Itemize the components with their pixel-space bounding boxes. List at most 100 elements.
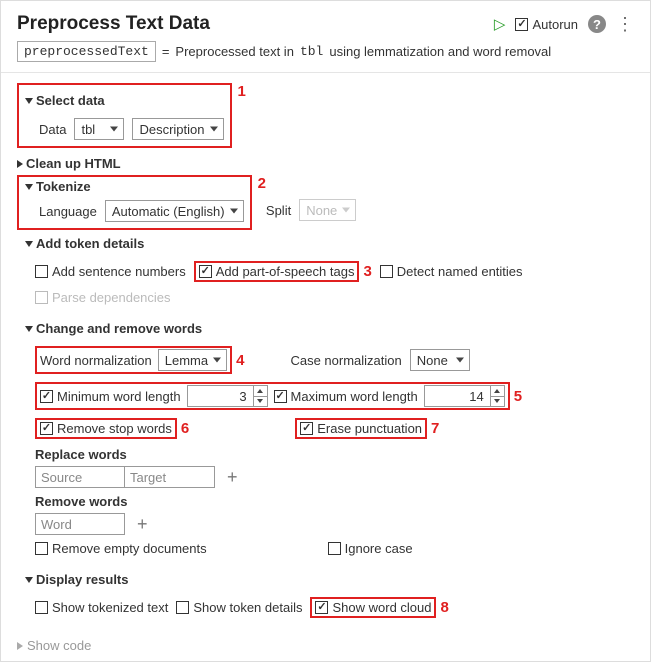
chevron-down-icon xyxy=(25,184,33,190)
callout-7: 7 xyxy=(431,420,439,437)
column-select-value: Description xyxy=(139,122,204,137)
show-details-checkbox[interactable]: Show token details xyxy=(176,600,302,615)
help-icon[interactable]: ? xyxy=(588,15,606,33)
erase-punct-label: Erase punctuation xyxy=(317,421,422,436)
run-icon[interactable]: ▷ xyxy=(494,15,506,33)
equals-sign: = xyxy=(162,44,170,59)
cleanup-html-header[interactable]: Clean up HTML xyxy=(17,156,634,171)
remove-stop-checkbox[interactable]: Remove stop words xyxy=(40,421,172,436)
case-norm-value: None xyxy=(417,353,448,368)
callout-2: 2 xyxy=(258,175,266,192)
replace-words-label: Replace words xyxy=(35,447,634,462)
output-variable[interactable]: preprocessedText xyxy=(17,41,156,62)
max-len-spinner[interactable]: 14 xyxy=(424,385,505,407)
data-select-value: tbl xyxy=(81,122,95,137)
remove-empty-label: Remove empty documents xyxy=(52,541,207,556)
split-select-value: None xyxy=(306,203,337,218)
change-remove-header[interactable]: Change and remove words xyxy=(25,321,634,336)
checkbox-icon xyxy=(199,265,212,278)
add-sentence-numbers-label: Add sentence numbers xyxy=(52,264,186,279)
remove-empty-checkbox[interactable]: Remove empty documents xyxy=(35,541,207,556)
remove-word-input[interactable]: Word xyxy=(35,513,125,535)
page-title: Preprocess Text Data xyxy=(17,13,210,35)
add-replace-button[interactable]: + xyxy=(223,467,242,488)
min-len-label: Minimum word length xyxy=(57,389,181,404)
autorun-checkbox[interactable]: Autorun xyxy=(515,17,578,32)
change-remove-title: Change and remove words xyxy=(36,321,202,336)
remove-stop-label: Remove stop words xyxy=(57,421,172,436)
min-len-spinner[interactable]: 3 xyxy=(187,385,268,407)
spinner-down[interactable] xyxy=(254,397,267,407)
max-len-checkbox[interactable]: Maximum word length xyxy=(274,389,418,404)
add-token-details-header[interactable]: Add token details xyxy=(25,236,634,251)
erase-punct-checkbox[interactable]: Erase punctuation xyxy=(300,421,422,436)
tokenize-title: Tokenize xyxy=(36,179,91,194)
checkbox-icon xyxy=(35,601,48,614)
word-norm-value: Lemma xyxy=(165,353,208,368)
show-code-header[interactable]: Show code xyxy=(17,638,634,653)
spinner-up[interactable] xyxy=(254,386,267,397)
checkbox-icon xyxy=(380,265,393,278)
data-select[interactable]: tbl xyxy=(74,118,124,140)
min-len-checkbox[interactable]: Minimum word length xyxy=(40,389,181,404)
split-label: Split xyxy=(266,203,291,218)
max-len-label: Maximum word length xyxy=(291,389,418,404)
min-len-value: 3 xyxy=(188,386,253,406)
detect-entities-label: Detect named entities xyxy=(397,264,523,279)
callout-6: 6 xyxy=(181,420,189,437)
spinner-up[interactable] xyxy=(491,386,504,397)
cleanup-html-title: Clean up HTML xyxy=(26,156,121,171)
chevron-right-icon xyxy=(17,160,23,168)
display-results-header[interactable]: Display results xyxy=(25,572,634,587)
ignore-case-label: Ignore case xyxy=(345,541,413,556)
select-data-header[interactable]: Select data xyxy=(25,93,105,108)
parse-deps-checkbox: Parse dependencies xyxy=(35,290,171,305)
replace-source-input[interactable]: Source xyxy=(35,466,125,488)
word-norm-label: Word normalization xyxy=(40,353,152,368)
split-select[interactable]: None xyxy=(299,199,356,221)
desc-suffix: using lemmatization and word removal xyxy=(329,44,551,59)
chevron-down-icon xyxy=(25,577,33,583)
ignore-case-checkbox[interactable]: Ignore case xyxy=(328,541,413,556)
checkbox-icon xyxy=(35,542,48,555)
add-sentence-numbers-checkbox[interactable]: Add sentence numbers xyxy=(35,264,186,279)
tbl-ref: tbl xyxy=(300,44,323,59)
language-select-value: Automatic (English) xyxy=(112,204,225,219)
language-select[interactable]: Automatic (English) xyxy=(105,200,244,222)
show-details-label: Show token details xyxy=(193,600,302,615)
chevron-down-icon xyxy=(25,241,33,247)
callout-5: 5 xyxy=(514,388,522,405)
tokenize-header[interactable]: Tokenize xyxy=(25,179,91,194)
add-pos-tags-checkbox[interactable]: Add part-of-speech tags xyxy=(199,264,355,279)
desc-prefix: Preprocessed text in xyxy=(175,44,294,59)
more-icon[interactable]: ⋮ xyxy=(616,15,634,33)
autorun-label: Autorun xyxy=(532,17,578,32)
checkbox-icon xyxy=(274,390,287,403)
select-data-title: Select data xyxy=(36,93,105,108)
chevron-right-icon xyxy=(17,642,23,650)
case-norm-select[interactable]: None xyxy=(410,349,470,371)
parse-deps-label: Parse dependencies xyxy=(52,290,171,305)
detect-entities-checkbox[interactable]: Detect named entities xyxy=(380,264,523,279)
add-token-details-title: Add token details xyxy=(36,236,144,251)
callout-1: 1 xyxy=(238,83,246,100)
show-tokenized-checkbox[interactable]: Show tokenized text xyxy=(35,600,168,615)
checkbox-icon xyxy=(35,291,48,304)
checkbox-icon xyxy=(300,422,313,435)
spinner-down[interactable] xyxy=(491,397,504,407)
checkbox-icon xyxy=(35,265,48,278)
checkbox-icon xyxy=(40,422,53,435)
show-tokenized-label: Show tokenized text xyxy=(52,600,168,615)
display-results-title: Display results xyxy=(36,572,129,587)
checkbox-icon xyxy=(315,601,328,614)
data-label: Data xyxy=(39,122,66,137)
add-remove-button[interactable]: + xyxy=(133,514,152,535)
replace-target-input[interactable]: Target xyxy=(125,466,215,488)
show-cloud-checkbox[interactable]: Show word cloud xyxy=(315,600,431,615)
max-len-value: 14 xyxy=(425,386,490,406)
word-norm-select[interactable]: Lemma xyxy=(158,349,227,371)
remove-words-label: Remove words xyxy=(35,494,634,509)
add-pos-tags-label: Add part-of-speech tags xyxy=(216,264,355,279)
chevron-down-icon xyxy=(25,98,33,104)
column-select[interactable]: Description xyxy=(132,118,223,140)
